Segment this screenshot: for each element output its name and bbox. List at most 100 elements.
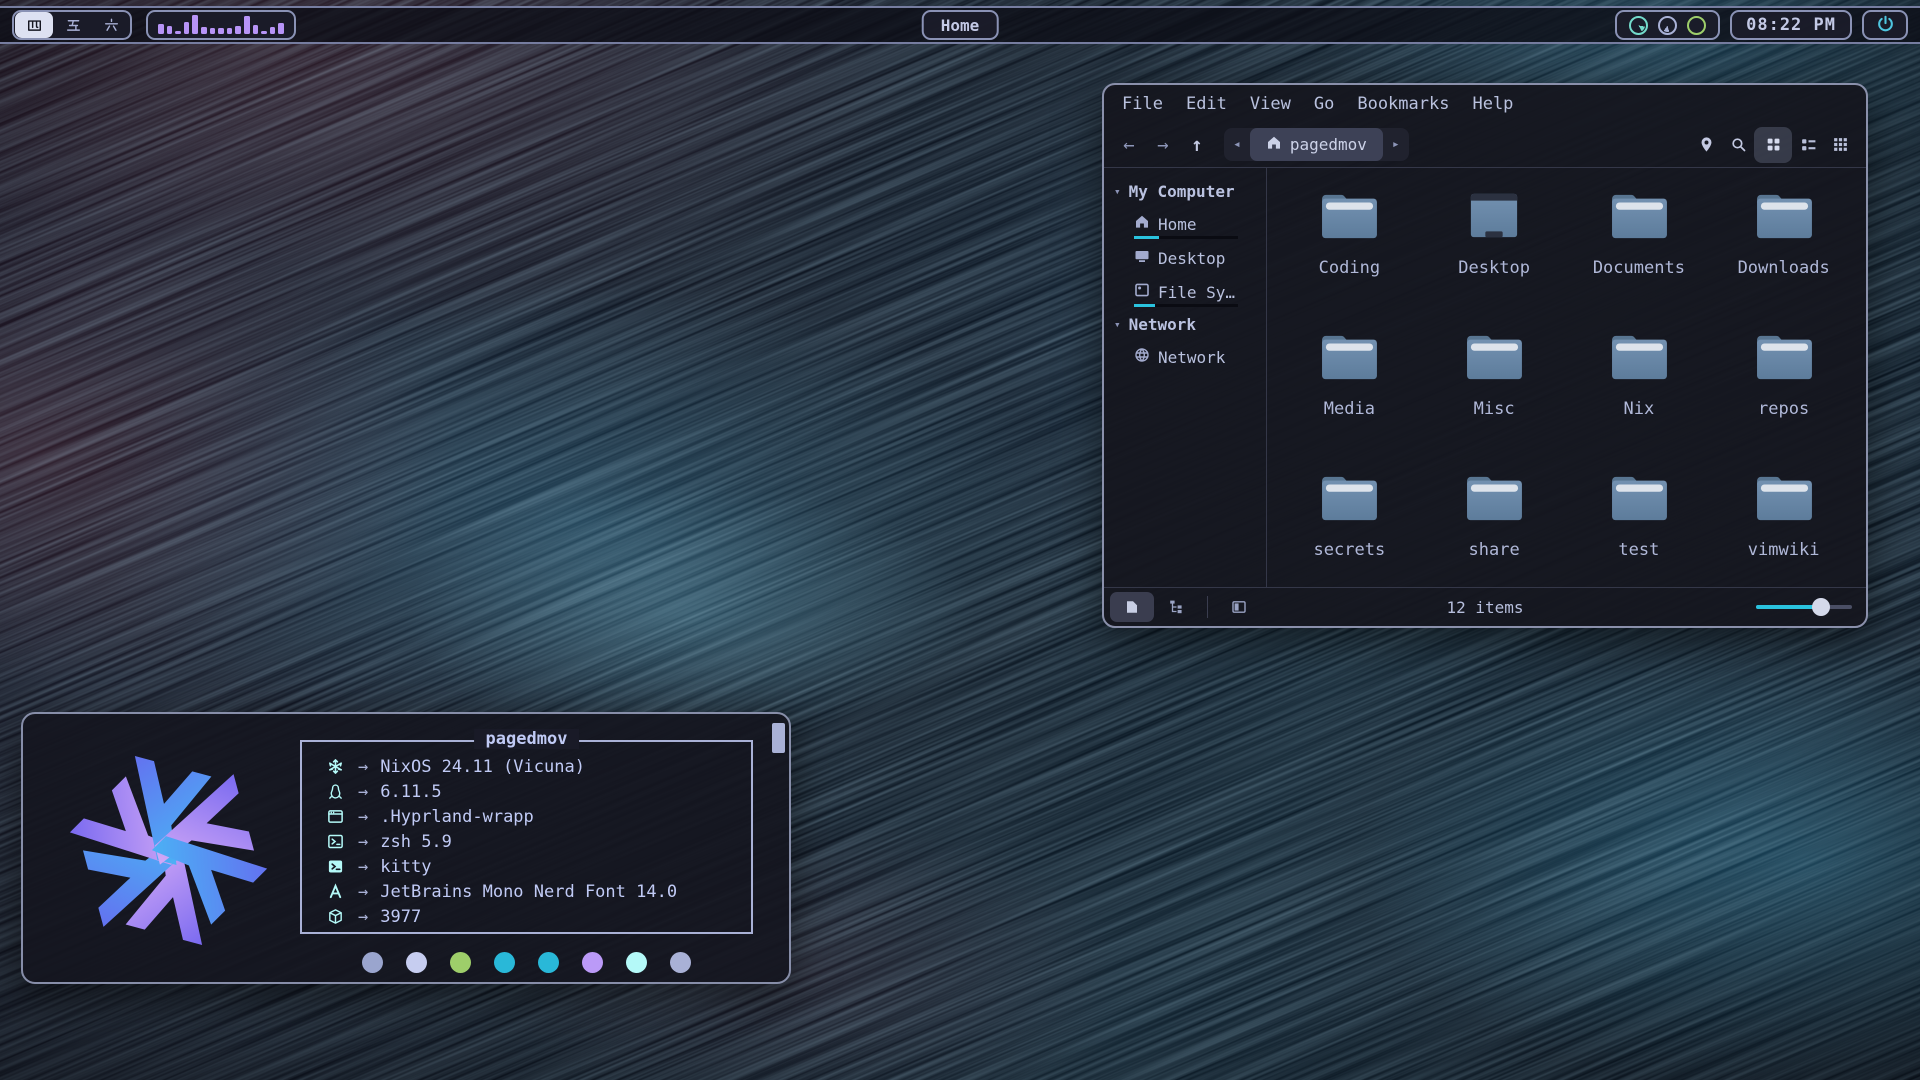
active-window-title[interactable]: Home [922, 10, 999, 40]
back-button[interactable]: ← [1112, 129, 1146, 161]
folder-vimwiki[interactable]: vimwiki [1711, 464, 1856, 605]
menu-item-edit[interactable]: Edit [1186, 94, 1227, 114]
item-count-label: 12 items [1446, 598, 1523, 617]
visualizer-bar [210, 28, 216, 34]
folder-label: test [1618, 540, 1659, 560]
folder-label: Desktop [1458, 258, 1530, 278]
folder-label: Misc [1474, 399, 1515, 419]
desktop-icon [1462, 190, 1526, 246]
list-view-toggle[interactable] [1792, 129, 1824, 161]
sidebar-section-my-computer[interactable]: ▾My Computer [1104, 176, 1266, 207]
path-scroll-right-icon[interactable]: ▸ [1383, 137, 1409, 152]
folder-secrets[interactable]: secrets [1277, 464, 1422, 605]
menu-bar: File Edit View Go Bookmarks Help [1104, 85, 1866, 122]
workspace-switcher [12, 10, 132, 40]
palette-dot-0 [362, 952, 383, 973]
visualizer-bar [278, 23, 284, 34]
clock-label: 08:22 PM [1746, 15, 1836, 35]
menu-item-view[interactable]: View [1250, 94, 1291, 114]
fetch-value: JetBrains Mono Nerd Font 14.0 [380, 882, 677, 902]
fetch-row-terminal: →kitty [322, 854, 751, 879]
fetch-value: kitty [380, 857, 431, 877]
filesystem-icon [1134, 282, 1150, 302]
folder-desktop[interactable]: Desktop [1422, 182, 1567, 323]
sidebar-item-file-sy-[interactable]: File Sy… [1104, 275, 1266, 309]
visualizer-bar [218, 28, 224, 34]
path-scroll-left-icon[interactable]: ◂ [1224, 137, 1250, 152]
palette-dot-5 [582, 952, 603, 973]
sidebar-item-label: File Sy… [1158, 283, 1235, 302]
arrow-icon: → [358, 882, 368, 902]
toggle-sidebar-button[interactable] [1217, 592, 1261, 622]
wm-icon [322, 808, 348, 825]
menu-item-help[interactable]: Help [1472, 94, 1513, 114]
location-pin-icon[interactable] [1690, 129, 1722, 161]
gauge-temperature [1687, 16, 1706, 35]
sidebar-item-home[interactable]: Home [1104, 207, 1266, 241]
tree-pane-button[interactable] [1154, 592, 1198, 622]
visualizer-bar [235, 26, 241, 34]
toolbar: ← → ↑ ◂ pagedmov ▸ [1104, 122, 1866, 168]
folder-label: Coding [1319, 258, 1380, 278]
system-gauges [1615, 10, 1720, 40]
menu-item-file[interactable]: File [1122, 94, 1163, 114]
workspace-3[interactable] [92, 12, 130, 38]
collapse-triangle-icon: ▾ [1114, 318, 1121, 331]
path-segment-label: pagedmov [1290, 135, 1367, 154]
gauge-memory-fill [1661, 19, 1674, 32]
folder-icon [1607, 472, 1671, 528]
power-button[interactable] [1862, 10, 1908, 40]
path-bar: ◂ pagedmov ▸ [1224, 128, 1409, 161]
disk-usage-bar [1134, 304, 1238, 307]
top-bar: Home 08:22 PM [0, 6, 1920, 44]
power-icon [1876, 14, 1895, 37]
search-icon[interactable] [1722, 129, 1754, 161]
palette-dot-4 [538, 952, 559, 973]
places-pane-button[interactable] [1110, 592, 1154, 622]
workspace-2[interactable] [54, 12, 92, 38]
terminal-palette-dots [300, 952, 753, 973]
forward-button[interactable]: → [1146, 129, 1180, 161]
compact-view-toggle[interactable] [1824, 129, 1856, 161]
home-icon [1134, 214, 1150, 234]
clock[interactable]: 08:22 PM [1730, 10, 1852, 40]
slider-knob[interactable] [1812, 598, 1830, 616]
icon-view-toggle[interactable] [1754, 127, 1792, 163]
sidebar-item-label: Home [1158, 215, 1197, 234]
sidebar-section-network[interactable]: ▾ Network [1104, 309, 1266, 340]
up-button[interactable]: ↑ [1180, 129, 1214, 161]
folder-downloads[interactable]: Downloads [1711, 182, 1856, 323]
sidebar-section-label: Network [1129, 315, 1196, 334]
workspace-1-active[interactable] [15, 12, 53, 38]
file-manager-window: File Edit View Go Bookmarks Help ← → ↑ ◂ page… [1102, 83, 1868, 628]
fetch-rows: →NixOS 24.11 (Vicuna)→6.11.5→.Hyprland-w… [302, 742, 751, 929]
fetch-value: zsh 5.9 [380, 832, 452, 852]
visualizer-bar [261, 31, 267, 34]
home-icon [1266, 135, 1282, 155]
folder-documents[interactable]: Documents [1567, 182, 1712, 323]
arrow-icon: → [358, 832, 368, 852]
icon-size-slider[interactable] [1756, 598, 1852, 616]
sidebar-item-desktop[interactable]: Desktop [1104, 241, 1266, 275]
folder-misc[interactable]: Misc [1422, 323, 1567, 464]
menu-item-go[interactable]: Go [1314, 94, 1334, 114]
sidebar-item-network[interactable]: Network [1104, 340, 1266, 374]
folder-share[interactable]: share [1422, 464, 1567, 605]
folder-icon [1752, 331, 1816, 387]
arrow-icon: → [358, 782, 368, 802]
path-segment-home[interactable]: pagedmov [1250, 128, 1383, 161]
sidebar-item-label: Network [1158, 348, 1225, 367]
folder-nix[interactable]: Nix [1567, 323, 1712, 464]
folder-repos[interactable]: repos [1711, 323, 1856, 464]
folder-coding[interactable]: Coding [1277, 182, 1422, 323]
desktop: Home 08:22 PM File Edit View Go Bookmarks Hel… [0, 0, 1920, 1080]
folder-test[interactable]: test [1567, 464, 1712, 605]
folder-media[interactable]: Media [1277, 323, 1422, 464]
visualizer-bar [201, 27, 207, 34]
visualizer-bar [167, 26, 173, 34]
nixos-logo [51, 734, 286, 966]
menu-item-bookmarks[interactable]: Bookmarks [1357, 94, 1449, 114]
status-separator [1207, 596, 1208, 618]
fetch-row-shell: → zsh 5.9 [322, 829, 751, 854]
arrow-icon: → [358, 757, 368, 777]
